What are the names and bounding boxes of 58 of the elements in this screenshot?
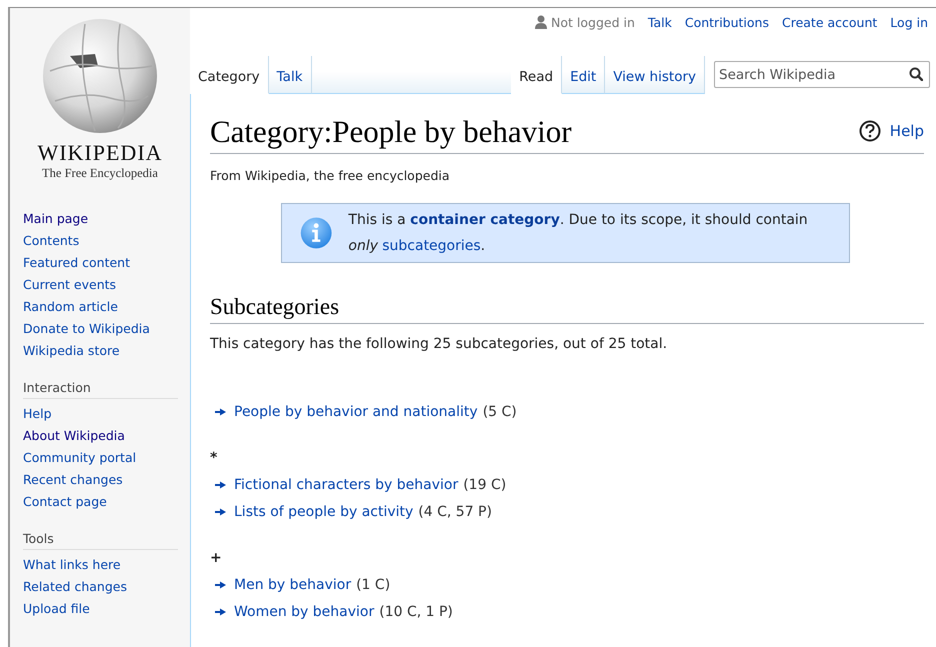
page-tab[interactable]: Edit [562,56,606,94]
help-icon [858,120,881,142]
page-tab[interactable]: View history [605,56,705,94]
sidebar-link[interactable]: Donate to Wikipedia [23,318,150,340]
sidebar-link[interactable]: Random article [23,296,118,318]
page-tab[interactable]: Talk [268,56,312,94]
inline-link[interactable]: subcategories [382,238,481,254]
globe-icon [40,16,160,136]
personal-link[interactable]: Contributions [684,14,769,30]
sidebar-link[interactable]: Related changes [23,576,127,598]
item-count: (1 C) [356,576,390,592]
portal-heading: Tools [23,531,178,550]
summary-text: This category has the following 25 subcategories, out of 25 total. [210,336,668,352]
personal-link[interactable]: Log in [890,14,928,30]
login-status: Not logged in [551,14,635,30]
arrow-icon [215,408,226,416]
help-text[interactable]: Help [890,122,924,140]
sidebar-link[interactable]: Contact page [23,491,107,513]
item-count: (19 C) [463,476,506,492]
logo-tagline: The Free Encyclopedia [42,166,158,181]
category-link[interactable]: People by behavior and nationality [234,404,478,420]
group-letter: * [210,449,218,468]
help-link[interactable]: Help [858,120,924,142]
sidebar-link[interactable]: Help [23,403,52,425]
notice-text: This is a container category. Due to its scope, it should contain only subcategories. [348,211,809,256]
item-count: (4 C, 57 P) [418,504,492,520]
user-icon [535,15,548,29]
personal-link[interactable]: Talk [648,14,672,30]
sidebar-link[interactable]: About Wikipedia [23,425,125,447]
sidebar-link[interactable]: Community portal [23,447,136,469]
arrow-icon [215,580,226,588]
sidebar-link[interactable]: What links here [23,554,121,576]
sidebar-link[interactable]: Recent changes [23,469,123,491]
search-icon [909,67,923,81]
arrow-icon [215,508,226,516]
portal-heading: Interaction [23,380,178,399]
category-link[interactable]: Men by behavior [234,576,352,592]
sidebar-link[interactable]: Main page [23,208,88,230]
sidebar-link[interactable]: Featured content [23,252,130,274]
page-title: Category:People by behavior [210,114,572,150]
arrow-icon [215,608,226,616]
sidebar-link[interactable]: Current events [23,274,116,296]
section-heading: Subcategories [210,293,924,324]
site-tagline: From Wikipedia, the free encyclopedia [210,168,451,183]
logo-wordmark[interactable]: WIKIPEDIA [37,140,163,166]
sidebar-link[interactable]: Upload file [23,598,90,620]
category-link[interactable]: Fictional characters by behavior [234,476,458,492]
inline-link[interactable]: container category [410,212,560,228]
item-count: (5 C) [482,404,517,420]
search-field[interactable]: Search Wikipedia [714,61,930,88]
arrow-icon [215,480,226,488]
group-letter: + [210,549,223,568]
item-count: (10 C, 1 P) [379,604,453,620]
personal-link[interactable]: Create account [782,14,878,30]
category-link[interactable]: Women by behavior [234,604,374,620]
sidebar-link[interactable]: Wikipedia store [23,340,120,362]
sidebar-link[interactable]: Contents [23,230,80,252]
category-link[interactable]: Lists of people by activity [234,504,414,520]
